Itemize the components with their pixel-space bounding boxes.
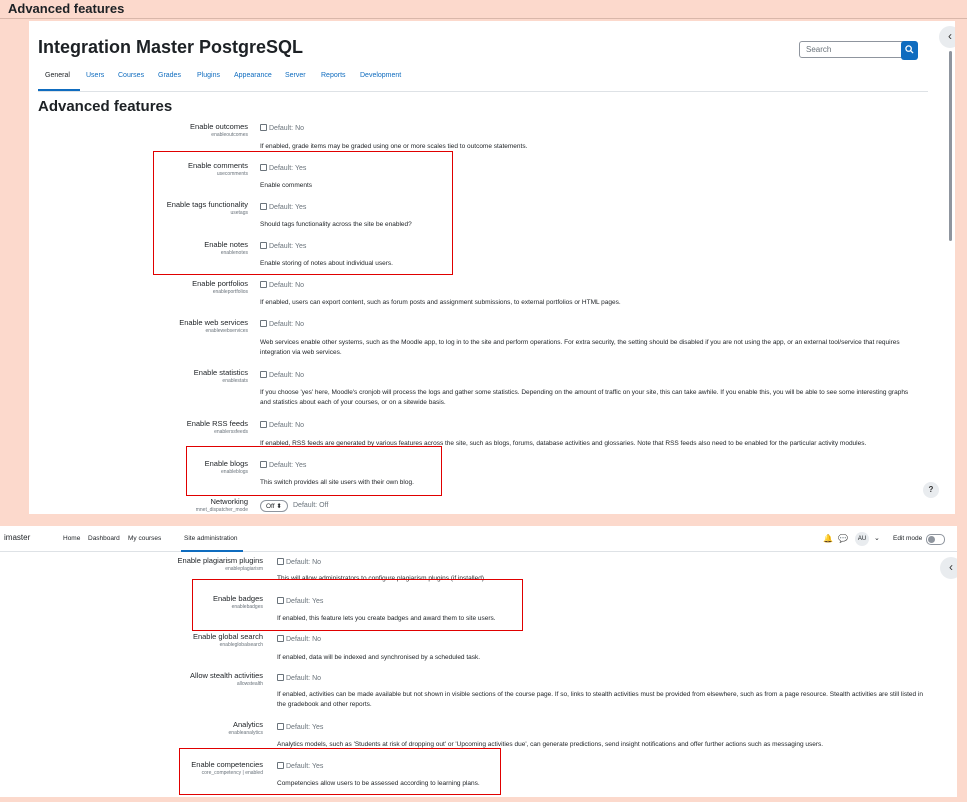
window-titlebar: Advanced features (0, 0, 967, 19)
drawer-toggle-button[interactable]: ‹ (939, 26, 955, 48)
setting-label: Enable global search (192, 632, 263, 641)
setting-key: enablestats (222, 378, 248, 384)
setting-key: enablerssfeeds (214, 429, 248, 435)
setting-key: enableportfolios (212, 289, 248, 295)
tab-users[interactable]: Users (86, 72, 104, 79)
setting-label: Enable plagiarism plugins (177, 556, 263, 565)
admin-settings-panel-top: Integration Master PostgreSQL Search ‹ G… (29, 21, 955, 514)
edit-mode-label: Edit mode (893, 535, 923, 542)
search-input[interactable]: Search (799, 41, 917, 58)
default-checkbox[interactable]: Default: No (260, 421, 304, 429)
default-checkbox[interactable]: Default: No (260, 371, 304, 379)
setting-label: Allow stealth activities (190, 671, 263, 680)
search-icon (905, 45, 914, 54)
default-checkbox[interactable]: Default: Yes (277, 723, 323, 731)
site-title: Integration Master PostgreSQL (38, 37, 304, 57)
setting-key: allowstealth (236, 681, 263, 687)
site-brand[interactable]: imaster (4, 533, 30, 542)
setting-description: If enabled, users can export content, su… (260, 299, 621, 306)
setting-key: mnet_dispatcher_mode (195, 507, 248, 513)
admin-settings-panel-bottom: imaster Home Dashboard My courses Site a… (0, 526, 957, 797)
chevron-left-icon: ‹ (948, 29, 952, 43)
setting-label: Enable RSS feeds (186, 419, 248, 428)
setting-label: Enable statistics (193, 368, 248, 377)
admin-tabs: General Users Courses Grades Plugins App… (38, 71, 928, 92)
setting-description: If enabled, data will be indexed and syn… (277, 654, 481, 661)
primary-navbar: imaster Home Dashboard My courses Site a… (0, 526, 957, 552)
networking-select[interactable]: Off ⬍ (260, 500, 288, 512)
avatar[interactable]: AU (855, 532, 869, 546)
active-tab-indicator (38, 89, 80, 91)
default-value: Default: Off (293, 502, 329, 509)
setting-key: enablewebservices (205, 328, 248, 334)
tab-courses[interactable]: Courses (118, 72, 144, 79)
drawer-toggle-button[interactable]: ‹ (940, 557, 957, 579)
setting-label: Enable web services (179, 318, 248, 327)
search-button[interactable] (901, 41, 918, 60)
setting-key: enableplagiarism (225, 566, 263, 572)
tab-development[interactable]: Development (360, 72, 401, 79)
page-title: Advanced features (38, 98, 173, 115)
default-checkbox[interactable]: Default: No (277, 674, 321, 682)
tab-general[interactable]: General (45, 72, 70, 79)
highlight-box (186, 446, 442, 496)
setting-description: If you choose 'yes' here, Moodle's cronj… (260, 389, 909, 406)
default-checkbox[interactable]: Default: No (277, 558, 321, 566)
chat-icon[interactable]: 💬 (838, 534, 848, 543)
active-nav-indicator (181, 550, 243, 552)
setting-key: enableanalytics (228, 730, 263, 736)
setting-label: Networking (210, 497, 248, 506)
setting-label: Analytics (232, 720, 263, 729)
tab-plugins[interactable]: Plugins (197, 72, 220, 79)
nav-home[interactable]: Home (63, 535, 80, 542)
setting-description: Web services enable other systems, such … (260, 339, 900, 356)
tab-reports[interactable]: Reports (321, 72, 346, 79)
bell-icon[interactable]: 🔔 (823, 534, 833, 543)
setting-key: enableglobalsearch (219, 642, 263, 648)
highlight-box (179, 748, 501, 795)
tab-appearance[interactable]: Appearance (234, 72, 272, 79)
chevron-left-icon: ‹ (949, 560, 953, 574)
default-checkbox[interactable]: Default: No (260, 281, 304, 289)
default-checkbox[interactable]: Default: No (260, 320, 304, 328)
setting-key: enableoutcomes (211, 132, 248, 138)
tab-grades[interactable]: Grades (158, 72, 181, 79)
highlight-box (153, 151, 453, 275)
help-button[interactable]: ? (923, 482, 939, 498)
tab-server[interactable]: Server (285, 72, 306, 79)
setting-label: Enable outcomes (190, 122, 248, 131)
nav-dashboard[interactable]: Dashboard (88, 535, 120, 542)
nav-my-courses[interactable]: My courses (128, 535, 161, 542)
nav-site-administration[interactable]: Site administration (184, 535, 237, 542)
chevron-down-icon[interactable]: ⌄ (874, 534, 880, 542)
default-checkbox[interactable]: Default: No (260, 124, 304, 132)
scrollbar[interactable] (949, 51, 952, 241)
edit-mode-toggle[interactable] (926, 534, 945, 545)
default-checkbox[interactable]: Default: No (277, 635, 321, 643)
highlight-box (192, 579, 523, 631)
setting-description: If enabled, activities can be made avail… (277, 691, 923, 708)
window-title: Advanced features (8, 1, 125, 16)
setting-label: Enable portfolios (192, 279, 248, 288)
